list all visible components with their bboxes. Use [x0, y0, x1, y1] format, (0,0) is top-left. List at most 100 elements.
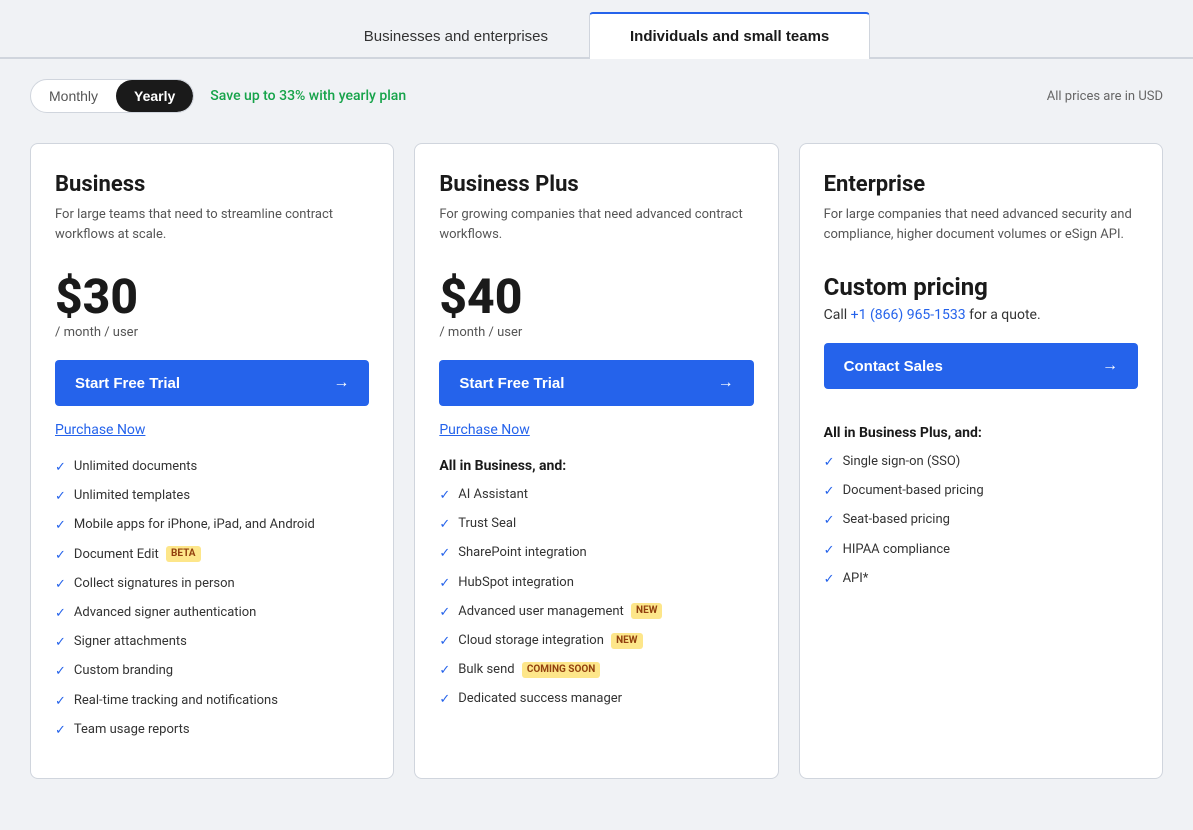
features-list-business: ✓ Unlimited documents ✓ Unlimited templa… — [55, 458, 369, 750]
feature-item: ✓ Real-time tracking and notifications — [55, 692, 369, 711]
start-trial-business-label: Start Free Trial — [75, 375, 180, 392]
feature-item: ✓ Unlimited templates — [55, 487, 369, 506]
feature-text: Real-time tracking and notifications — [74, 692, 278, 710]
feature-text: Trust Seal — [458, 515, 516, 533]
feature-item: ✓ Single sign-on (SSO) — [824, 453, 1138, 472]
feature-text: HIPAA compliance — [843, 541, 951, 559]
check-icon: ✓ — [55, 722, 66, 740]
tab-individuals[interactable]: Individuals and small teams — [589, 12, 870, 59]
check-icon: ✓ — [439, 691, 450, 709]
feature-item: ✓ API* — [824, 570, 1138, 589]
monthly-toggle[interactable]: Monthly — [31, 80, 116, 112]
check-icon: ✓ — [439, 516, 450, 534]
feature-text: Unlimited templates — [74, 487, 190, 505]
check-icon: ✓ — [55, 693, 66, 711]
feature-item: ✓ Team usage reports — [55, 721, 369, 740]
feature-item: ✓ Bulk send COMING SOON — [439, 661, 753, 680]
billing-bar: Monthly Yearly Save up to 33% with yearl… — [0, 59, 1193, 133]
feature-text: Dedicated success manager — [458, 690, 622, 708]
plan-custom-pricing: Custom pricing — [824, 273, 1138, 301]
start-trial-business-plus[interactable]: Start Free Trial → — [439, 360, 753, 406]
feature-text: Cloud storage integration NEW — [458, 632, 642, 650]
feature-item: ✓ Cloud storage integration NEW — [439, 632, 753, 651]
check-icon: ✓ — [439, 633, 450, 651]
plan-price-sub-business-plus: / month / user — [439, 325, 753, 340]
feature-item: ✓ Advanced user management NEW — [439, 603, 753, 622]
feature-item: ✓ Trust Seal — [439, 515, 753, 534]
feature-text: Collect signatures in person — [74, 575, 235, 593]
feature-text: Advanced signer authentication — [74, 604, 256, 622]
feature-item: ✓ HIPAA compliance — [824, 541, 1138, 560]
feature-text: Seat-based pricing — [843, 511, 950, 529]
plans-container: Business For large teams that need to st… — [0, 133, 1193, 809]
plan-name-business-plus: Business Plus — [439, 172, 753, 197]
check-icon: ✓ — [439, 604, 450, 622]
check-icon: ✓ — [55, 517, 66, 535]
feature-item: ✓ AI Assistant — [439, 486, 753, 505]
feature-item: ✓ Dedicated success manager — [439, 690, 753, 709]
feature-item: ✓ Custom branding — [55, 662, 369, 681]
start-trial-business-plus-label: Start Free Trial — [459, 375, 564, 392]
arrow-icon: → — [718, 374, 734, 392]
feature-item: ✓ Document Edit BETA — [55, 546, 369, 565]
features-list-enterprise: ✓ Single sign-on (SSO) ✓ Document-based … — [824, 453, 1138, 599]
toggle-group: Monthly Yearly — [30, 79, 194, 113]
check-icon: ✓ — [439, 487, 450, 505]
phone-link[interactable]: +1 (866) 965-1533 — [851, 307, 966, 323]
feature-text: Document Edit BETA — [74, 546, 201, 564]
call-suffix: for a quote. — [966, 307, 1041, 323]
save-text: Save up to 33% with yearly plan — [210, 88, 406, 104]
feature-item: ✓ HubSpot integration — [439, 574, 753, 593]
arrow-icon: → — [1102, 357, 1118, 375]
tab-businesses[interactable]: Businesses and enterprises — [323, 12, 589, 59]
billing-left: Monthly Yearly Save up to 33% with yearl… — [30, 79, 406, 113]
check-icon: ✓ — [824, 454, 835, 472]
features-header-enterprise: All in Business Plus, and: — [824, 425, 1138, 441]
plan-desc-enterprise: For large companies that need advanced s… — [824, 205, 1138, 253]
plan-desc-business: For large teams that need to streamline … — [55, 205, 369, 253]
check-icon: ✓ — [824, 512, 835, 530]
plan-price-business: $30 — [55, 273, 369, 321]
feature-text: AI Assistant — [458, 486, 528, 504]
purchase-link-business-plus[interactable]: Purchase Now — [439, 422, 753, 438]
arrow-icon: → — [333, 374, 349, 392]
check-icon: ✓ — [55, 605, 66, 623]
check-icon: ✓ — [55, 488, 66, 506]
feature-text: HubSpot integration — [458, 574, 574, 592]
check-icon: ✓ — [824, 483, 835, 501]
check-icon: ✓ — [55, 547, 66, 565]
currency-note: All prices are in USD — [1047, 89, 1163, 104]
feature-text: API* — [843, 570, 869, 588]
tab-bar: Businesses and enterprises Individuals a… — [0, 0, 1193, 59]
contact-sales-button[interactable]: Contact Sales → — [824, 343, 1138, 389]
feature-item: ✓ Advanced signer authentication — [55, 604, 369, 623]
feature-text: Document-based pricing — [843, 482, 984, 500]
start-trial-business[interactable]: Start Free Trial → — [55, 360, 369, 406]
features-list-business-plus: ✓ AI Assistant ✓ Trust Seal ✓ SharePoint… — [439, 486, 753, 720]
feature-item: ✓ Unlimited documents — [55, 458, 369, 477]
features-header-business-plus: All in Business, and: — [439, 458, 753, 474]
feature-text: Mobile apps for iPhone, iPad, and Androi… — [74, 516, 315, 534]
plan-price-business-plus: $40 — [439, 273, 753, 321]
feature-text: Team usage reports — [74, 721, 190, 739]
feature-item: ✓ Seat-based pricing — [824, 511, 1138, 530]
check-icon: ✓ — [55, 576, 66, 594]
plan-card-enterprise: Enterprise For large companies that need… — [799, 143, 1163, 779]
feature-text: Single sign-on (SSO) — [843, 453, 961, 471]
check-icon: ✓ — [55, 634, 66, 652]
check-icon: ✓ — [439, 545, 450, 563]
feature-item: ✓ Signer attachments — [55, 633, 369, 652]
feature-text: Custom branding — [74, 662, 173, 680]
purchase-link-business[interactable]: Purchase Now — [55, 422, 369, 438]
check-icon: ✓ — [55, 459, 66, 477]
feature-item: ✓ Document-based pricing — [824, 482, 1138, 501]
call-text: Call — [824, 307, 851, 323]
plan-price-sub-business: / month / user — [55, 325, 369, 340]
feature-text: Bulk send COMING SOON — [458, 661, 600, 679]
feature-text: Unlimited documents — [74, 458, 197, 476]
check-icon: ✓ — [55, 663, 66, 681]
feature-item: ✓ Mobile apps for iPhone, iPad, and Andr… — [55, 516, 369, 535]
yearly-toggle[interactable]: Yearly — [116, 80, 193, 112]
feature-text: Advanced user management NEW — [458, 603, 662, 621]
check-icon: ✓ — [824, 571, 835, 589]
